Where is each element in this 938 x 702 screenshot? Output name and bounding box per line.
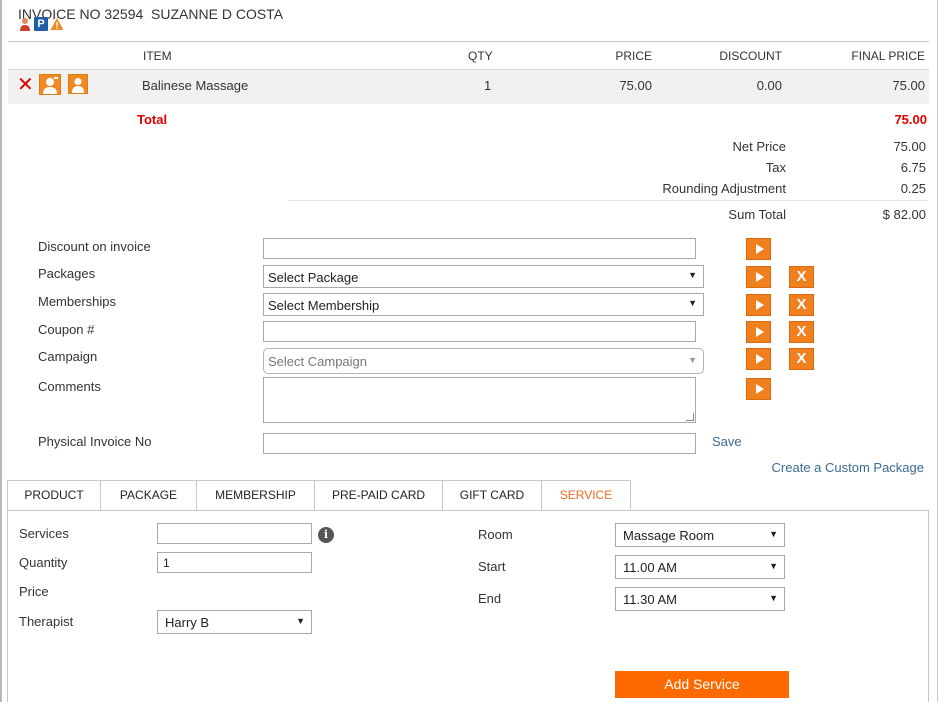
- end-label: End: [478, 591, 502, 606]
- campaign-label: Campaign: [38, 349, 98, 364]
- total-value: 75.00: [894, 112, 927, 127]
- clear-campaign-button[interactable]: X: [789, 348, 814, 370]
- packages-select[interactable]: Select Package ▼: [263, 265, 704, 288]
- column-header-price: PRICE: [615, 49, 652, 63]
- packages-label: Packages: [38, 266, 96, 281]
- therapist-label: Therapist: [19, 614, 74, 629]
- comments-label: Comments: [38, 379, 101, 394]
- therapist-select-value: Harry B: [165, 615, 210, 630]
- discount-input[interactable]: [263, 238, 696, 259]
- summary-divider: [288, 200, 928, 201]
- column-header-item: ITEM: [143, 49, 172, 63]
- start-label: Start: [478, 559, 506, 574]
- apply-campaign-button[interactable]: [746, 348, 771, 370]
- start-time-select[interactable]: 11.00 AM ▼: [615, 555, 785, 579]
- item-qty: 1: [484, 78, 492, 93]
- info-icon[interactable]: i: [318, 527, 334, 543]
- memberships-select[interactable]: Select Membership ▼: [263, 293, 704, 316]
- end-time-value: 11.30 AM: [623, 592, 677, 607]
- chevron-down-icon: ▼: [769, 529, 778, 539]
- customer-icon[interactable]: [68, 74, 88, 94]
- add-service-button[interactable]: Add Service: [615, 671, 789, 698]
- therapist-select[interactable]: Harry B ▼: [157, 610, 312, 634]
- service-panel: [7, 510, 929, 702]
- price-label: Price: [19, 584, 49, 599]
- parking-icon: P: [34, 17, 48, 31]
- room-select[interactable]: Massage Room ▼: [615, 523, 785, 547]
- tax-value: 6.75: [900, 160, 926, 175]
- item-name: Balinese Massage: [142, 78, 249, 93]
- column-header-final-price: FINAL PRICE: [851, 49, 925, 63]
- clear-coupon-button[interactable]: X: [789, 321, 814, 343]
- item-discount: 0.00: [756, 78, 782, 93]
- save-link[interactable]: Save: [712, 434, 742, 449]
- packages-select-value: Select Package: [268, 270, 359, 285]
- chevron-down-icon: ▼: [688, 298, 697, 308]
- chevron-down-icon: ▼: [769, 561, 778, 571]
- room-label: Room: [478, 527, 513, 542]
- item-type-tabs: PRODUCT PACKAGE MEMBERSHIP PRE-PAID CARD…: [7, 480, 631, 511]
- sum-total-value: $ 82.00: [882, 207, 926, 222]
- net-price-value: 75.00: [893, 139, 926, 154]
- person-icon: [18, 17, 32, 31]
- tab-gift-card[interactable]: GIFT CARD: [442, 480, 541, 511]
- item-final-price: 75.00: [892, 78, 925, 93]
- services-label: Services: [19, 526, 69, 541]
- services-input[interactable]: [157, 523, 312, 544]
- start-time-value: 11.00 AM: [623, 560, 677, 575]
- tab-package[interactable]: PACKAGE: [100, 480, 196, 511]
- apply-membership-button[interactable]: [746, 294, 771, 316]
- tab-service[interactable]: SERVICE: [541, 480, 631, 511]
- campaign-select-value: Select Campaign: [268, 354, 367, 369]
- warning-icon: [50, 17, 64, 31]
- sum-total-label: Sum Total: [728, 207, 786, 222]
- quantity-input[interactable]: 1: [157, 552, 312, 573]
- clear-package-button[interactable]: X: [789, 266, 814, 288]
- discount-label: Discount on invoice: [38, 239, 151, 254]
- memberships-select-value: Select Membership: [268, 298, 380, 313]
- therapist-assign-icon[interactable]: [39, 74, 61, 95]
- chevron-down-icon: ▼: [688, 270, 697, 280]
- campaign-select[interactable]: Select Campaign ▼: [263, 348, 704, 374]
- apply-coupon-button[interactable]: [746, 321, 771, 343]
- tab-membership[interactable]: MEMBERSHIP: [196, 480, 314, 511]
- clear-membership-button[interactable]: X: [789, 294, 814, 316]
- apply-discount-button[interactable]: [746, 238, 771, 260]
- physical-invoice-label: Physical Invoice No: [38, 434, 152, 449]
- apply-package-button[interactable]: [746, 266, 771, 288]
- tab-product[interactable]: PRODUCT: [7, 480, 100, 511]
- quantity-label: Quantity: [19, 555, 68, 570]
- resize-grip-icon[interactable]: [686, 413, 694, 421]
- items-table-header: ITEM QTY PRICE DISCOUNT FINAL PRICE: [8, 41, 929, 70]
- tab-prepaid-card[interactable]: PRE-PAID CARD: [314, 480, 442, 511]
- memberships-label: Memberships: [38, 294, 117, 309]
- table-row: ✕ Balinese Massage 1 75.00 0.00 75.00: [8, 70, 929, 104]
- chevron-down-icon: ▼: [769, 593, 778, 603]
- rounding-value: 0.25: [900, 181, 926, 196]
- create-custom-package-link[interactable]: Create a Custom Package: [772, 460, 924, 475]
- column-header-qty: QTY: [468, 49, 493, 63]
- tax-label: Tax: [765, 160, 786, 175]
- physical-invoice-input[interactable]: [263, 433, 696, 454]
- rounding-label: Rounding Adjustment: [662, 181, 786, 196]
- total-label: Total: [137, 112, 168, 127]
- room-select-value: Massage Room: [623, 528, 715, 543]
- item-price: 75.00: [619, 78, 652, 93]
- coupon-input[interactable]: [263, 321, 696, 342]
- end-time-select[interactable]: 11.30 AM ▼: [615, 587, 785, 611]
- apply-comments-button[interactable]: [746, 378, 771, 400]
- net-price-label: Net Price: [732, 139, 786, 154]
- column-header-discount: DISCOUNT: [719, 49, 782, 63]
- comments-textarea[interactable]: [263, 377, 696, 423]
- chevron-down-icon: ▼: [296, 616, 305, 626]
- chevron-down-icon: ▼: [688, 355, 697, 365]
- coupon-label: Coupon #: [38, 322, 95, 337]
- header-icons: P: [18, 17, 64, 31]
- delete-icon[interactable]: ✕: [17, 74, 34, 96]
